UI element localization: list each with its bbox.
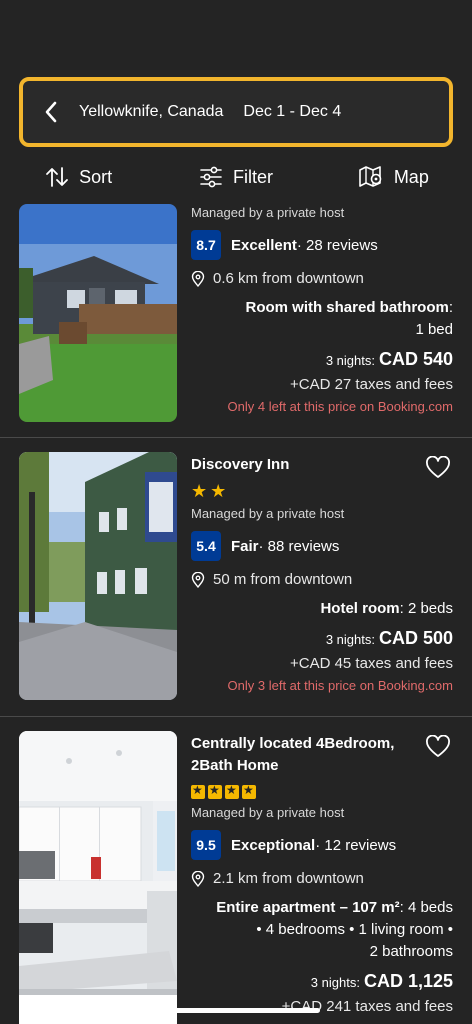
filter-label: Filter xyxy=(232,166,273,187)
search-location: Yellowknife, Canada xyxy=(79,103,224,120)
listing-photo[interactable] xyxy=(19,452,177,700)
distance-text: 50 m from downtown xyxy=(213,571,353,588)
listing-info: Managed by a private host 8.7 Excellent … xyxy=(191,205,453,414)
review-score-word: Exceptional xyxy=(231,836,316,854)
room-detail: : xyxy=(448,299,453,316)
review-count: · 28 reviews xyxy=(296,236,378,254)
review-score-badge: 8.7 xyxy=(191,230,221,260)
room-type: Entire apartment – 107 m² xyxy=(216,899,400,916)
distance-text: 2.1 km from downtown xyxy=(213,870,364,887)
availability-text: Only 4 left at this price on Booking.com xyxy=(227,399,453,414)
listing-photo[interactable] xyxy=(19,204,177,422)
heart-icon[interactable] xyxy=(425,735,451,759)
room-type: Room with shared bathroom xyxy=(245,299,449,316)
host-label: Managed by a private host xyxy=(191,506,345,521)
review-score-word: Fair xyxy=(231,537,259,555)
sort-label: Sort xyxy=(79,166,113,187)
distance-row: 50 m from downtown xyxy=(191,571,453,588)
listing-card[interactable]: Managed by a private host 8.7 Excellent … xyxy=(0,201,472,437)
price-value: CAD 500 xyxy=(378,628,453,648)
heart-icon[interactable] xyxy=(425,456,451,480)
review-score-word: Excellent xyxy=(231,236,297,254)
availability-text: Only 3 left at this price on Booking.com xyxy=(227,678,453,693)
back-button[interactable] xyxy=(23,81,79,143)
distance-row: 0.6 km from downtown xyxy=(191,270,453,287)
price-row: 3 nights: CAD 500 xyxy=(191,628,453,649)
price-value: CAD 1,125 xyxy=(363,971,453,991)
room-info: Room with shared bathroom: 1 bed xyxy=(191,297,453,341)
review-count: · 12 reviews xyxy=(315,836,397,854)
host-label: Managed by a private host xyxy=(191,205,345,220)
taxes-text: +CAD 27 taxes and fees xyxy=(289,376,453,393)
filter-button[interactable]: Filter xyxy=(157,153,314,201)
host-label: Managed by a private host xyxy=(191,805,345,820)
listing-card[interactable]: Centrally located 4Bedroom, 2Bath Home M… xyxy=(0,717,472,1024)
nights-label: 3 nights: xyxy=(325,632,375,647)
search-dates: Dec 1 - Dec 4 xyxy=(243,103,342,120)
house-photo-image xyxy=(19,204,177,422)
room-beds: 1 bed xyxy=(415,321,453,338)
price-row: 3 nights: CAD 1,125 xyxy=(191,971,453,992)
nights-label: 3 nights: xyxy=(325,353,375,368)
sort-button[interactable]: Sort xyxy=(0,153,157,201)
star-icon: ★ xyxy=(210,481,227,501)
top-bar: Yellowknife, Canada Dec 1 - Dec 4 xyxy=(0,0,472,153)
review-row: 9.5 Exceptional · 12 reviews xyxy=(191,830,453,860)
room-bathrooms: 2 bathrooms xyxy=(369,943,453,960)
sort-icon xyxy=(46,167,69,187)
filter-icon xyxy=(200,166,222,188)
search-summary-box[interactable]: Yellowknife, Canada Dec 1 - Dec 4 xyxy=(19,77,453,147)
star-rating xyxy=(191,783,453,799)
property-name: Centrally located 4Bedroom, 2Bath Home xyxy=(191,735,395,774)
star-rating: ★ ★ xyxy=(191,482,453,500)
location-pin-icon xyxy=(191,870,205,887)
review-row: 8.7 Excellent · 28 reviews xyxy=(191,230,453,260)
home-indicator[interactable] xyxy=(152,1008,320,1013)
listing-info: Centrally located 4Bedroom, 2Bath Home M… xyxy=(191,733,453,1015)
star-icon: ★ xyxy=(191,481,208,501)
listing-info: Discovery Inn ★ ★ Managed by a private h… xyxy=(191,454,453,693)
listing-card[interactable]: Discovery Inn ★ ★ Managed by a private h… xyxy=(0,438,472,716)
map-button[interactable]: Map xyxy=(315,153,472,201)
star-icon xyxy=(191,783,205,799)
map-icon xyxy=(359,166,382,187)
map-label: Map xyxy=(393,166,429,187)
room-detail: : 2 beds xyxy=(399,600,453,617)
room-detail: : 4 beds xyxy=(399,899,453,916)
review-count: · 88 reviews xyxy=(258,537,340,555)
review-row: 5.4 Fair · 88 reviews xyxy=(191,531,453,561)
distance-row: 2.1 km from downtown xyxy=(191,870,453,887)
room-info: Hotel room: 2 beds xyxy=(191,598,453,620)
room-type: Hotel room xyxy=(320,600,400,617)
chevron-left-icon xyxy=(45,101,57,123)
review-score-badge: 9.5 xyxy=(191,830,221,860)
review-score-badge: 5.4 xyxy=(191,531,221,561)
taxes-text: +CAD 45 taxes and fees xyxy=(289,655,453,672)
hotel-photo-image xyxy=(19,452,177,700)
price-value: CAD 540 xyxy=(378,349,453,369)
star-icon xyxy=(225,783,239,799)
results-list: Managed by a private host 8.7 Excellent … xyxy=(0,201,472,1024)
room-rooms: • 4 bedrooms • 1 living room • xyxy=(256,921,453,938)
location-pin-icon xyxy=(191,571,205,588)
price-row: 3 nights: CAD 540 xyxy=(191,349,453,370)
kitchen-photo-image xyxy=(19,731,177,1024)
distance-text: 0.6 km from downtown xyxy=(213,270,364,287)
star-icon xyxy=(242,783,256,799)
star-icon xyxy=(208,783,222,799)
action-bar: Sort Filter Map xyxy=(0,153,472,201)
nights-label: 3 nights: xyxy=(310,975,360,990)
location-pin-icon xyxy=(191,270,205,287)
room-info: Entire apartment – 107 m²: 4 beds • 4 be… xyxy=(191,897,453,963)
listing-photo[interactable] xyxy=(19,731,177,1024)
property-name: Discovery Inn xyxy=(191,456,290,473)
